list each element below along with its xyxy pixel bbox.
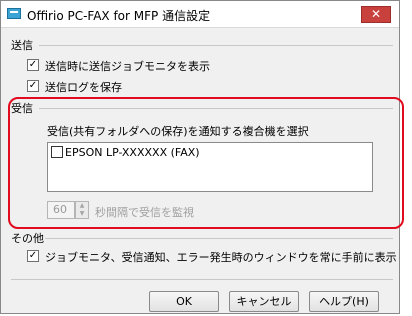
footer-divider xyxy=(11,279,393,280)
ok-button[interactable]: OK xyxy=(149,291,219,312)
always-on-top-label: ジョブモニタ、受信通知、エラー発生時のウィンドウを常に手前に表示 xyxy=(45,251,397,264)
show-send-job-monitor-checkbox[interactable]: ✓ xyxy=(27,59,39,71)
fax-app-icon xyxy=(7,8,21,19)
other-section-divider xyxy=(45,238,393,239)
receive-highlight-frame xyxy=(8,97,404,229)
other-section-heading: その他 xyxy=(11,232,44,245)
save-send-log-checkbox[interactable]: ✓ xyxy=(27,80,39,92)
help-button[interactable]: ヘルプ(H) xyxy=(309,291,379,312)
window-title: Offirio PC-FAX for MFP 通信設定 xyxy=(27,9,211,23)
send-section-heading: 送信 xyxy=(11,39,33,52)
show-send-job-monitor-label: 送信時に送信ジョブモニタを表示 xyxy=(45,60,210,73)
close-button[interactable]: ✕ xyxy=(361,6,391,23)
title-bar: Offirio PC-FAX for MFP 通信設定 ✕ xyxy=(1,1,399,28)
send-section-divider xyxy=(39,45,393,46)
always-on-top-checkbox[interactable]: ✓ xyxy=(27,250,39,262)
save-send-log-label: 送信ログを保存 xyxy=(45,81,122,94)
cancel-button[interactable]: キャンセル xyxy=(229,291,299,312)
